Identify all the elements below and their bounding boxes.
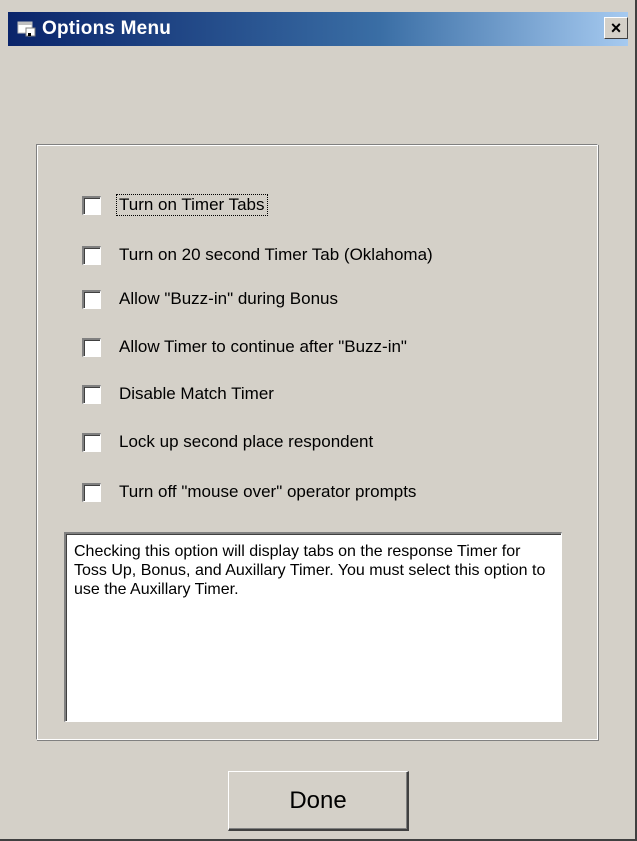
option-label[interactable]: Turn on Timer Tabs (116, 194, 268, 216)
checkbox[interactable] (82, 337, 101, 357)
option-label[interactable]: Lock up second place respondent (117, 432, 375, 452)
option-allow-buzz-in-during-bonus[interactable]: Allow "Buzz-in" during Bonus (82, 287, 340, 311)
done-button-label: Done (289, 786, 347, 814)
close-icon: × (610, 18, 622, 38)
option-allow-timer-continue-after-buzz-in[interactable]: Allow Timer to continue after "Buzz-in" (82, 335, 409, 359)
options-menu-window: Options Menu × Turn on Timer Tabs Turn o… (0, 0, 637, 841)
description-textbox[interactable]: Checking this option will display tabs o… (64, 532, 562, 722)
app-window-icon (14, 16, 40, 42)
option-lock-up-second-place[interactable]: Lock up second place respondent (82, 430, 375, 454)
close-button[interactable]: × (604, 17, 628, 39)
option-label[interactable]: Allow "Buzz-in" during Bonus (117, 289, 340, 309)
checkbox[interactable] (82, 289, 101, 309)
option-turn-on-timer-tabs[interactable]: Turn on Timer Tabs (82, 193, 268, 217)
option-turn-on-20-second-timer-tab[interactable]: Turn on 20 second Timer Tab (Oklahoma) (82, 243, 435, 267)
checkbox[interactable] (82, 195, 101, 215)
done-button[interactable]: Done (228, 771, 409, 831)
checkbox[interactable] (82, 482, 101, 502)
option-label[interactable]: Disable Match Timer (117, 384, 276, 404)
checkbox[interactable] (82, 432, 101, 452)
option-turn-off-mouse-over-prompts[interactable]: Turn off "mouse over" operator prompts (82, 480, 418, 504)
option-label[interactable]: Allow Timer to continue after "Buzz-in" (117, 337, 409, 357)
title-bar[interactable]: Options Menu × (8, 12, 628, 46)
checkbox[interactable] (82, 384, 101, 404)
option-label[interactable]: Turn on 20 second Timer Tab (Oklahoma) (117, 245, 435, 265)
checkbox[interactable] (82, 245, 101, 265)
option-disable-match-timer[interactable]: Disable Match Timer (82, 382, 276, 406)
window-title: Options Menu (42, 18, 172, 39)
option-label[interactable]: Turn off "mouse over" operator prompts (117, 482, 418, 502)
